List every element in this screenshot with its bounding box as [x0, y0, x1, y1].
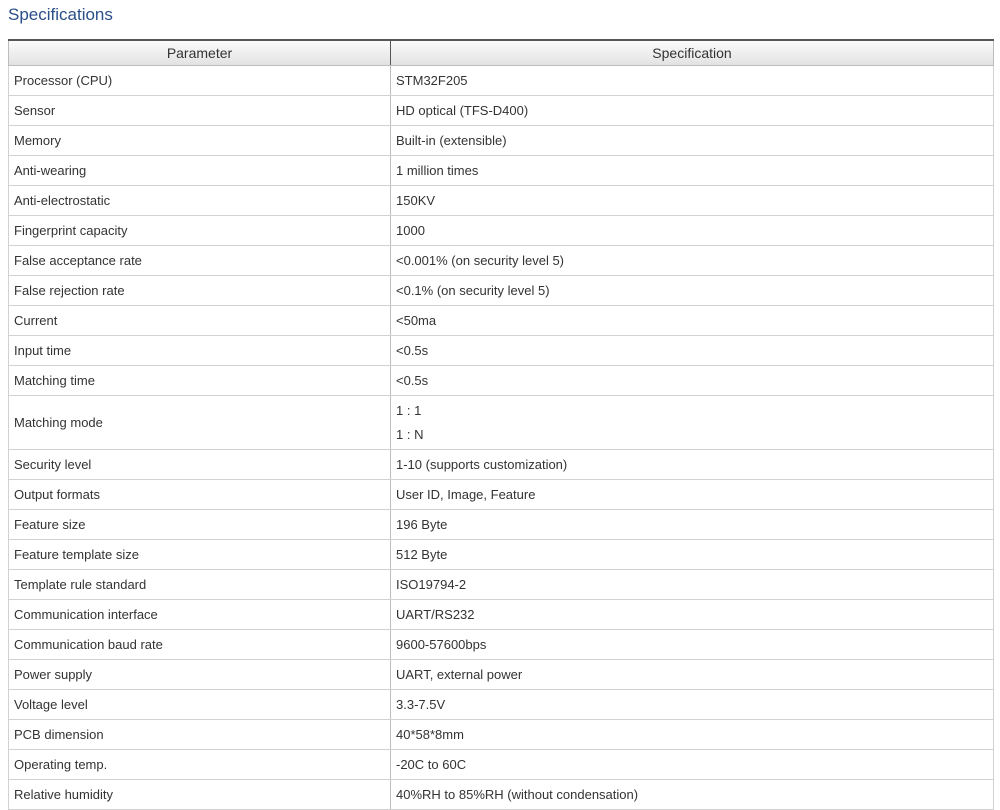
specification-cell: 196 Byte — [390, 509, 994, 540]
parameter-cell: False rejection rate — [8, 275, 391, 306]
header-specification: Specification — [390, 39, 994, 66]
parameter-cell: PCB dimension — [8, 719, 391, 750]
specification-cell: 1 million times — [390, 155, 994, 186]
table-row: Anti-electrostatic 150KV — [8, 185, 994, 216]
table-row: Matching mode 1 : 1 1 : N — [8, 395, 994, 450]
table-row: Processor (CPU) STM32F205 — [8, 65, 994, 96]
parameter-cell: Feature size — [8, 509, 391, 540]
specification-cell: 9600-57600bps — [390, 629, 994, 660]
specification-cell: Built-in (extensible) — [390, 125, 994, 156]
table-row: Communication baud rate 9600-57600bps — [8, 629, 994, 660]
specification-cell: 1000 — [390, 215, 994, 246]
table-header-row: Parameter Specification — [8, 39, 994, 66]
table-row: Memory Built-in (extensible) — [8, 125, 994, 156]
page-title: Specifications — [8, 5, 113, 24]
specification-cell: 1 : 1 1 : N — [390, 395, 994, 450]
specification-cell: <50ma — [390, 305, 994, 336]
table-row: Input time <0.5s — [8, 335, 994, 366]
table-row: Voltage level 3.3-7.5V — [8, 689, 994, 720]
table-row: Anti-wearing 1 million times — [8, 155, 994, 186]
specification-cell: <0.5s — [390, 335, 994, 366]
table-row: Relative humidity 40%RH to 85%RH (without… — [8, 779, 994, 810]
table-row: Output formats User ID, Image, Feature — [8, 479, 994, 510]
parameter-cell: Anti-electrostatic — [8, 185, 391, 216]
table-row: Current <50ma — [8, 305, 994, 336]
specification-line: 1 : N — [396, 426, 424, 442]
specification-cell: 40%RH to 85%RH (without condensation) — [390, 779, 994, 810]
specification-cell: ISO19794-2 — [390, 569, 994, 600]
parameter-cell: Output formats — [8, 479, 391, 510]
specification-cell: UART/RS232 — [390, 599, 994, 630]
page: Specifications Parameter Specification P… — [0, 0, 1000, 810]
parameter-cell: Security level — [8, 449, 391, 480]
parameter-cell: Relative humidity — [8, 779, 391, 810]
table-row: Sensor HD optical (TFS-D400) — [8, 95, 994, 126]
parameter-cell: Sensor — [8, 95, 391, 126]
parameter-cell: Template rule standard — [8, 569, 391, 600]
specification-cell: User ID, Image, Feature — [390, 479, 994, 510]
specification-cell: 3.3-7.5V — [390, 689, 994, 720]
specification-cell: 150KV — [390, 185, 994, 216]
specification-cell: HD optical (TFS-D400) — [390, 95, 994, 126]
specification-cell: 1-10 (supports customization) — [390, 449, 994, 480]
table-row: Security level 1-10 (supports customizati… — [8, 449, 994, 480]
specification-cell: <0.1% (on security level 5) — [390, 275, 994, 306]
specification-cell: STM32F205 — [390, 65, 994, 96]
parameter-cell: Memory — [8, 125, 391, 156]
parameter-cell: False acceptance rate — [8, 245, 391, 276]
parameter-cell: Communication interface — [8, 599, 391, 630]
parameter-cell: Communication baud rate — [8, 629, 391, 660]
table-row: False acceptance rate <0.001% (on securit… — [8, 245, 994, 276]
parameter-cell: Processor (CPU) — [8, 65, 391, 96]
table-body: Processor (CPU) STM32F205 Sensor HD optical… — [8, 65, 994, 810]
specification-cell: -20C to 60C — [390, 749, 994, 780]
table-row: Feature template size 512 Byte — [8, 539, 994, 570]
header-parameter: Parameter — [8, 39, 391, 66]
table-row: Template rule standard ISO19794-2 — [8, 569, 994, 600]
table-row: Fingerprint capacity 1000 — [8, 215, 994, 246]
specifications-table: Parameter Specification Processor (CPU) S… — [8, 39, 994, 810]
parameter-cell: Input time — [8, 335, 391, 366]
table-row: PCB dimension 40*58*8mm — [8, 719, 994, 750]
parameter-cell: Matching mode — [8, 395, 391, 450]
parameter-cell: Matching time — [8, 365, 391, 396]
table-row: Operating temp. -20C to 60C — [8, 749, 994, 780]
parameter-cell: Voltage level — [8, 689, 391, 720]
specification-cell: UART, external power — [390, 659, 994, 690]
table-row: Power supply UART, external power — [8, 659, 994, 690]
specification-cell: <0.001% (on security level 5) — [390, 245, 994, 276]
table-row: False rejection rate <0.1% (on security l… — [8, 275, 994, 306]
parameter-cell: Current — [8, 305, 391, 336]
parameter-cell: Fingerprint capacity — [8, 215, 391, 246]
parameter-cell: Anti-wearing — [8, 155, 391, 186]
specification-cell: <0.5s — [390, 365, 994, 396]
specification-line: 1 : 1 — [396, 402, 422, 418]
specification-cell: 40*58*8mm — [390, 719, 994, 750]
specification-cell: 512 Byte — [390, 539, 994, 570]
parameter-cell: Feature template size — [8, 539, 391, 570]
parameter-cell: Power supply — [8, 659, 391, 690]
table-row: Matching time <0.5s — [8, 365, 994, 396]
table-row: Feature size 196 Byte — [8, 509, 994, 540]
table-row: Communication interface UART/RS232 — [8, 599, 994, 630]
parameter-cell: Operating temp. — [8, 749, 391, 780]
